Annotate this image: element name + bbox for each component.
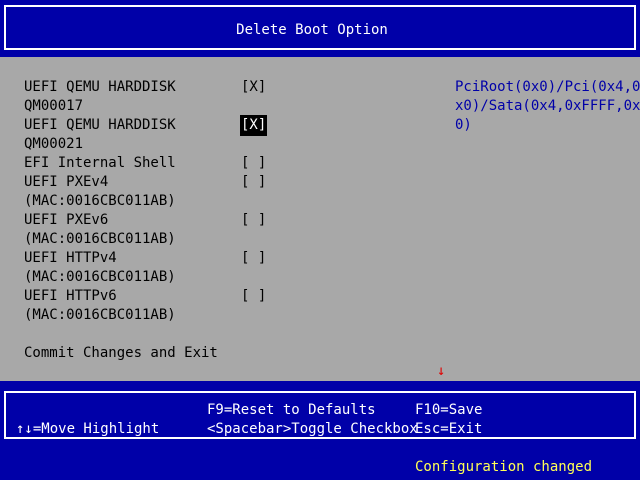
boot-option-sublabel: QM00017: [24, 98, 84, 114]
header-bar: Delete Boot Option: [0, 0, 640, 57]
boot-option-label[interactable]: EFI Internal Shell: [24, 154, 176, 173]
boot-option-sublabel: QM00021: [24, 136, 84, 152]
boot-option-checkbox[interactable]: [ ]: [241, 211, 266, 230]
reset-defaults-hint: F9=Reset to Defaults: [207, 402, 376, 418]
device-path-help-text: x0)/Sata(0x4,0xFFFF,0x: [455, 98, 640, 114]
boot-option-label[interactable]: UEFI QEMU HARDDISK: [24, 78, 176, 97]
boot-option-label[interactable]: UEFI QEMU HARDDISK: [24, 116, 176, 135]
commit-changes-and-exit-item[interactable]: Commit Changes and Exit: [24, 344, 218, 363]
boot-option-checkbox[interactable]: [ ]: [241, 173, 266, 192]
boot-option-checkbox[interactable]: [ ]: [241, 154, 266, 173]
boot-option-sublabel: (MAC:0016CBC011AB): [24, 307, 176, 323]
save-hint: F10=Save: [415, 402, 483, 418]
boot-option-checkbox[interactable]: [ ]: [241, 249, 266, 268]
status-message: Configuration changed: [415, 459, 593, 475]
boot-option-label[interactable]: UEFI HTTPv4: [24, 249, 117, 268]
toggle-checkbox-hint: <Spacebar>Toggle Checkbox: [207, 421, 418, 437]
exit-hint: Esc=Exit: [415, 421, 483, 437]
page-title: Delete Boot Option: [236, 22, 388, 38]
boot-option-sublabel: (MAC:0016CBC011AB): [24, 269, 176, 285]
device-path-help-text: 0): [455, 117, 472, 133]
scroll-down-arrow-icon: ↓: [437, 363, 446, 379]
boot-option-checkbox[interactable]: [ ]: [241, 287, 266, 306]
boot-option-checkbox[interactable]: [X]: [241, 78, 266, 97]
boot-option-label[interactable]: UEFI PXEv4: [24, 173, 108, 192]
move-highlight-hint: ↑↓=Move Highlight: [16, 421, 160, 437]
boot-option-sublabel: (MAC:0016CBC011AB): [24, 193, 176, 209]
device-path-help-text: PciRoot(0x0)/Pci(0x4,0: [455, 79, 640, 95]
boot-option-sublabel: (MAC:0016CBC011AB): [24, 231, 176, 247]
footer-bar: F9=Reset to Defaults F10=Save ↑↓=Move Hi…: [0, 381, 640, 480]
boot-option-checkbox-selected[interactable]: [X]: [239, 115, 268, 136]
boot-option-label[interactable]: UEFI PXEv6: [24, 211, 108, 230]
main-panel: UEFI QEMU HARDDISK QM00017 [X] UEFI QEMU…: [0, 57, 640, 381]
boot-option-label[interactable]: UEFI HTTPv6: [24, 287, 117, 306]
